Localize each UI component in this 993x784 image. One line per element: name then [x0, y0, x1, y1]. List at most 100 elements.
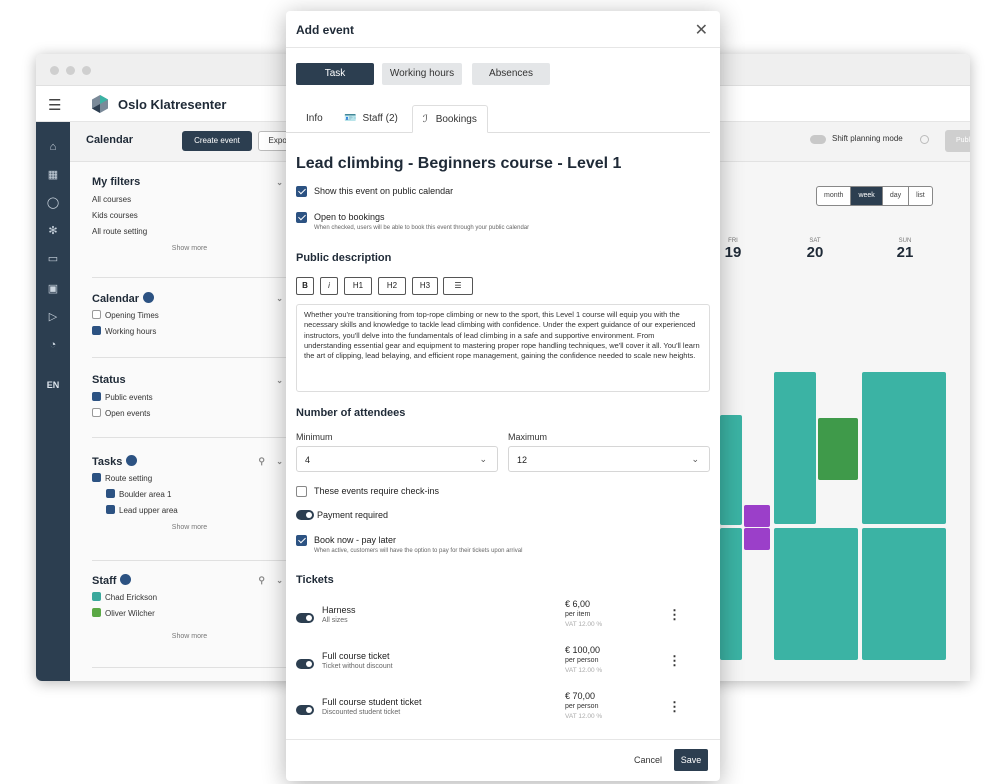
checkbox-item[interactable]: Oliver Wilcher: [92, 606, 287, 622]
globe-icon[interactable]: ◯: [45, 196, 61, 210]
window-close-dot[interactable]: [50, 66, 59, 75]
checkbox[interactable]: [92, 473, 101, 482]
search-icon[interactable]: ⚲: [258, 575, 265, 586]
ticket-unit: per person: [565, 703, 599, 710]
calendar-event[interactable]: [720, 528, 742, 660]
chevron-down-icon[interactable]: ⌄: [276, 457, 283, 466]
checkbox-label: Chad Erickson: [105, 593, 158, 602]
calendar-event[interactable]: [720, 415, 742, 525]
cancel-button[interactable]: Cancel: [634, 755, 662, 765]
save-button[interactable]: Save: [674, 749, 708, 771]
more-options-icon[interactable]: ⋮: [668, 653, 681, 669]
calendar-event[interactable]: [774, 372, 816, 524]
calendar-event[interactable]: [774, 528, 858, 660]
checkbox[interactable]: [92, 326, 101, 335]
chevron-down-icon[interactable]: ⌄: [276, 576, 283, 585]
checkbox[interactable]: [92, 392, 101, 401]
shop-icon[interactable]: ▣: [45, 282, 61, 296]
payment-required-option[interactable]: Payment required: [296, 510, 710, 524]
section-heading: Public description: [296, 252, 392, 264]
bold-button[interactable]: B: [296, 277, 314, 295]
chevron-down-icon[interactable]: ⌄: [276, 376, 283, 385]
menu-icon[interactable]: ☰: [48, 96, 61, 114]
settings-icon[interactable]: ✻: [45, 224, 61, 238]
info-icon[interactable]: [920, 135, 929, 144]
lock-icon[interactable]: ◔: [45, 338, 61, 352]
view-week-button[interactable]: week: [851, 187, 883, 205]
checkbox[interactable]: [92, 310, 101, 319]
show-more-link[interactable]: Show more: [92, 240, 287, 258]
segment-absences[interactable]: Absences: [472, 63, 550, 85]
filter-item[interactable]: All courses: [92, 192, 287, 208]
calendar-event[interactable]: [744, 505, 770, 527]
calendar-icon[interactable]: ▦: [45, 168, 61, 182]
maximum-select[interactable]: 12 ⌄: [508, 446, 710, 472]
checkbox-item[interactable]: Public events: [92, 390, 287, 406]
filter-item[interactable]: Kids courses: [92, 208, 287, 224]
show-public-checkbox[interactable]: [296, 186, 307, 197]
shift-planning-toggle[interactable]: [810, 135, 826, 144]
book-now-checkbox[interactable]: [296, 535, 307, 546]
description-editor[interactable]: Whether you're transitioning from top-ro…: [296, 304, 710, 392]
window-maximize-dot[interactable]: [82, 66, 91, 75]
window-minimize-dot[interactable]: [66, 66, 75, 75]
tab-bookings[interactable]: ℐ Bookings: [412, 105, 488, 133]
checkbox[interactable]: [92, 592, 101, 601]
info-icon: [126, 455, 138, 466]
calendar-event[interactable]: [862, 528, 946, 660]
ticket-toggle[interactable]: [296, 613, 314, 623]
chevron-down-icon[interactable]: ⌄: [276, 178, 283, 187]
more-options-icon[interactable]: ⋮: [668, 607, 681, 623]
segment-working-hours[interactable]: Working hours: [382, 63, 462, 85]
calendar-event[interactable]: [744, 528, 770, 550]
more-options-icon[interactable]: ⋮: [668, 699, 681, 715]
search-icon[interactable]: ⚲: [258, 456, 265, 467]
checkbox[interactable]: [92, 408, 101, 417]
ticket-toggle[interactable]: [296, 659, 314, 669]
tab-staff[interactable]: 🪪 Staff (2): [344, 105, 398, 133]
close-icon[interactable]: ✕: [695, 20, 708, 40]
view-month-button[interactable]: month: [817, 187, 852, 205]
show-more-link[interactable]: Show more: [92, 519, 287, 537]
segment-task[interactable]: Task: [296, 63, 374, 85]
calendar-event[interactable]: [862, 372, 946, 524]
checkbox[interactable]: [106, 505, 115, 514]
chevron-down-icon[interactable]: ⌄: [276, 294, 283, 303]
checkins-option[interactable]: These events require check-ins: [296, 486, 710, 500]
checkbox-item[interactable]: Route setting: [92, 471, 287, 487]
home-icon[interactable]: ⌂: [45, 140, 61, 154]
checkbox-item[interactable]: Open events: [92, 406, 287, 422]
card-icon[interactable]: ▭: [45, 252, 61, 266]
show-public-option[interactable]: Show this event on public calendar: [296, 186, 710, 200]
checkbox-item[interactable]: Lead upper area: [92, 503, 287, 519]
tab-info[interactable]: Info: [306, 105, 323, 133]
book-now-option[interactable]: Book now - pay later When active, custom…: [296, 535, 710, 559]
show-more-link[interactable]: Show more: [92, 628, 287, 646]
publish-button[interactable]: Publish: [945, 130, 970, 152]
play-icon[interactable]: ▷: [45, 310, 61, 324]
h3-button[interactable]: H3: [412, 277, 438, 295]
view-day-button[interactable]: day: [883, 187, 910, 205]
checkins-checkbox[interactable]: [296, 486, 307, 497]
h1-button[interactable]: H1: [344, 277, 372, 295]
checkbox-item[interactable]: Boulder area 1: [92, 487, 287, 503]
language-switch[interactable]: EN: [36, 380, 70, 390]
h2-button[interactable]: H2: [378, 277, 406, 295]
checkbox-item[interactable]: Chad Erickson: [92, 590, 287, 606]
payment-required-toggle[interactable]: [296, 510, 314, 520]
checkbox[interactable]: [106, 489, 115, 498]
create-event-button[interactable]: Create event: [182, 131, 252, 151]
checkbox-item[interactable]: Opening Times: [92, 308, 287, 324]
open-bookings-option[interactable]: Open to bookings When checked, users wil…: [296, 212, 710, 236]
italic-button[interactable]: i: [320, 277, 338, 295]
chevron-down-icon: ⌄: [691, 454, 699, 464]
calendar-event[interactable]: [818, 418, 858, 480]
list-icon[interactable]: ☰: [443, 277, 473, 295]
ticket-toggle[interactable]: [296, 705, 314, 715]
minimum-select[interactable]: 4 ⌄: [296, 446, 498, 472]
view-list-button[interactable]: list: [909, 187, 932, 205]
filter-item[interactable]: All route setting: [92, 224, 287, 240]
checkbox-item[interactable]: Working hours: [92, 324, 287, 340]
open-bookings-checkbox[interactable]: [296, 212, 307, 223]
checkbox[interactable]: [92, 608, 101, 617]
